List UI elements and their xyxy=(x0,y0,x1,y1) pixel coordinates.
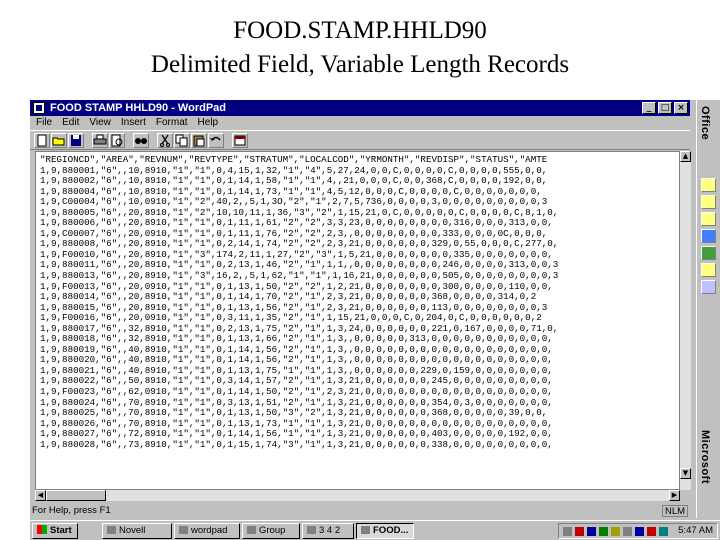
menu-edit[interactable]: Edit xyxy=(57,116,84,130)
tray-icon-3[interactable] xyxy=(587,527,596,536)
scroll-right-icon[interactable]: ▶ xyxy=(669,490,680,501)
document-lines: "REGIONCD","AREA","REVNUM","REVTYPE","ST… xyxy=(40,154,559,450)
start-button[interactable]: Start xyxy=(32,523,78,539)
menu-bar: File Edit View Insert Format Help xyxy=(30,116,690,130)
maximize-button[interactable]: □ xyxy=(658,102,672,114)
tray-icon-9[interactable] xyxy=(659,527,668,536)
novell-icon xyxy=(107,526,116,534)
save-icon[interactable] xyxy=(68,133,84,148)
date-time-icon[interactable] xyxy=(232,133,248,148)
window-icon xyxy=(307,526,316,534)
task-342[interactable]: 3 4 2 xyxy=(302,523,354,539)
start-label: Start xyxy=(50,525,72,536)
document-icon xyxy=(361,526,370,534)
status-indicator: NLM xyxy=(662,505,688,517)
office-label: Office xyxy=(699,106,711,141)
office-button-2[interactable] xyxy=(701,195,716,209)
menu-help[interactable]: Help xyxy=(193,116,224,130)
office-button-3[interactable] xyxy=(701,212,716,226)
tray-icon-2[interactable] xyxy=(575,527,584,536)
find-icon[interactable] xyxy=(133,133,149,148)
task-label: Group xyxy=(259,525,286,536)
menu-insert[interactable]: Insert xyxy=(116,116,151,130)
task-label: wordpad xyxy=(191,525,228,536)
office-shortcut-bar: Office Microsoft xyxy=(696,100,720,518)
status-bar: For Help, press F1 NLM xyxy=(30,504,690,518)
menu-file[interactable]: File xyxy=(30,116,57,130)
slide-title-line1: FOOD.STAMP.HHLD90 xyxy=(233,17,487,44)
minimize-button[interactable]: _ xyxy=(642,102,656,114)
print-icon[interactable] xyxy=(92,133,108,148)
task-food[interactable]: FOOD... xyxy=(356,523,414,539)
office-button-1[interactable] xyxy=(701,178,716,192)
paste-icon[interactable] xyxy=(191,133,207,148)
new-icon[interactable] xyxy=(34,133,50,148)
office-button-5[interactable] xyxy=(701,246,716,260)
copy-icon[interactable] xyxy=(174,133,190,148)
task-wordpad[interactable]: wordpad xyxy=(174,523,240,539)
screenshot: FOOD STAMP HHLD90 - WordPad _ □ × File Ed… xyxy=(30,100,720,540)
system-tray: 5:47 AM xyxy=(558,523,718,539)
task-label: FOOD... xyxy=(373,525,409,536)
scroll-up-icon[interactable]: ▲ xyxy=(680,151,691,162)
taskbar-clock[interactable]: 5:47 AM xyxy=(678,524,713,538)
window-title: FOOD STAMP HHLD90 - WordPad xyxy=(50,102,227,114)
vertical-scrollbar[interactable]: ▲ ▼ xyxy=(680,151,691,490)
document-line: 1,9,880013,"6",,20,8910,"1","3",16,2,,5,… xyxy=(40,270,559,282)
cut-icon[interactable] xyxy=(157,133,173,148)
office-button-4[interactable] xyxy=(701,229,716,243)
taskbar: Start Novell wordpad Group 3 4 2 FOOD... xyxy=(30,520,720,540)
toolbar xyxy=(30,130,690,150)
document-line: "REGIONCD","AREA","REVNUM","REVTYPE","ST… xyxy=(40,154,548,165)
window-titlebar[interactable]: FOOD STAMP HHLD90 - WordPad _ □ × xyxy=(30,100,690,116)
slide-title-line2: Delimited Field, Variable Length Records xyxy=(150,51,570,78)
scroll-left-icon[interactable]: ◀ xyxy=(35,490,46,501)
task-label: 3 4 2 xyxy=(319,525,341,536)
task-group[interactable]: Group xyxy=(242,523,300,539)
tray-icon-4[interactable] xyxy=(599,527,608,536)
task-novell[interactable]: Novell xyxy=(102,523,172,539)
task-label: Novell xyxy=(119,525,146,536)
document-line: 1,9,880028,"6",,73,8910,"1","1",0,1,15,1… xyxy=(40,438,553,450)
group-icon xyxy=(247,526,256,534)
microsoft-label: Microsoft xyxy=(699,430,711,484)
window-controls: _ □ × xyxy=(642,102,688,114)
windows-logo-icon xyxy=(37,525,47,534)
wordpad-icon xyxy=(179,526,188,534)
document-line: 1,9,F00023,"6",,62,0910,"1","1",0,1,14,1… xyxy=(40,386,553,398)
tray-icon-7[interactable] xyxy=(635,527,644,536)
horizontal-scroll-thumb[interactable] xyxy=(46,490,106,501)
office-button-6[interactable] xyxy=(701,263,716,277)
undo-icon[interactable] xyxy=(208,133,224,148)
document-text-area[interactable]: "REGIONCD","AREA","REVNUM","REVTYPE","ST… xyxy=(35,151,680,490)
tray-icon-5[interactable] xyxy=(611,527,620,536)
tray-icon-8[interactable] xyxy=(647,527,656,536)
tray-icon-1[interactable] xyxy=(563,527,572,536)
print-preview-icon[interactable] xyxy=(109,133,125,148)
scroll-down-icon[interactable]: ▼ xyxy=(680,468,691,479)
tray-icon-6[interactable] xyxy=(623,527,632,536)
close-button[interactable]: × xyxy=(674,102,688,114)
wordpad-app-icon[interactable] xyxy=(33,102,45,114)
menu-format[interactable]: Format xyxy=(151,116,193,130)
office-button-7[interactable] xyxy=(701,280,716,294)
menu-view[interactable]: View xyxy=(84,116,116,130)
status-help-text: For Help, press F1 xyxy=(32,505,111,516)
open-icon[interactable] xyxy=(51,133,67,148)
horizontal-scrollbar[interactable]: ◀ ▶ xyxy=(35,490,680,501)
